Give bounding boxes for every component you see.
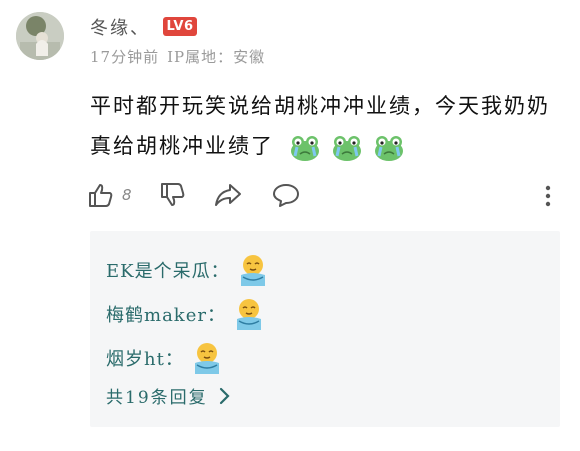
crying-frog-emoji <box>290 135 319 161</box>
reply-author[interactable]: EK是个呆瓜： <box>106 257 230 283</box>
more-vertical-icon <box>545 185 551 207</box>
reply-author[interactable]: 梅鹤maker： <box>106 301 226 327</box>
post-content: 平时都开玩笑说给胡桃冲冲业绩，今天我奶奶真给胡桃冲业绩了 <box>90 86 560 166</box>
hug-emoji <box>240 255 265 286</box>
avatar[interactable] <box>16 12 64 60</box>
comment-button[interactable] <box>272 182 300 208</box>
post-time: 17分钟前 <box>90 48 160 66</box>
emoji-row <box>289 134 405 162</box>
replies-panel: EK是个呆瓜： 梅鹤maker： 烟岁ht： 共19条回复 <box>90 231 560 427</box>
share-icon <box>215 184 241 206</box>
view-all-replies-link[interactable]: 共19条回复 <box>106 383 230 408</box>
dislike-button[interactable] <box>160 182 186 208</box>
username[interactable]: 冬缘、 <box>90 14 150 40</box>
more-replies-label: 共19条回复 <box>106 388 208 408</box>
level-badge: LV6 <box>163 17 197 36</box>
chevron-right-icon <box>219 387 230 404</box>
thumbs-down-icon <box>161 183 185 206</box>
reply-author[interactable]: 烟岁ht： <box>106 345 184 371</box>
post-meta: 17分钟前 IP属地：安徽 <box>90 46 265 67</box>
reply-item[interactable]: 梅鹤maker： <box>106 297 266 331</box>
crying-frog-emoji <box>332 135 361 161</box>
share-button[interactable] <box>214 182 242 208</box>
comment-icon <box>273 184 299 207</box>
ip-location: IP属地：安徽 <box>167 48 266 66</box>
hug-emoji <box>194 343 219 374</box>
action-bar: 8 <box>88 182 558 214</box>
crying-frog-emoji <box>374 135 403 161</box>
thumbs-up-icon <box>89 184 113 207</box>
like-count: 8 <box>122 186 132 204</box>
reply-item[interactable]: 烟岁ht： <box>106 341 224 375</box>
like-button[interactable]: 8 <box>88 182 132 208</box>
reply-item[interactable]: EK是个呆瓜： <box>106 253 270 287</box>
more-options-button[interactable] <box>544 184 552 208</box>
hug-emoji <box>236 299 261 330</box>
